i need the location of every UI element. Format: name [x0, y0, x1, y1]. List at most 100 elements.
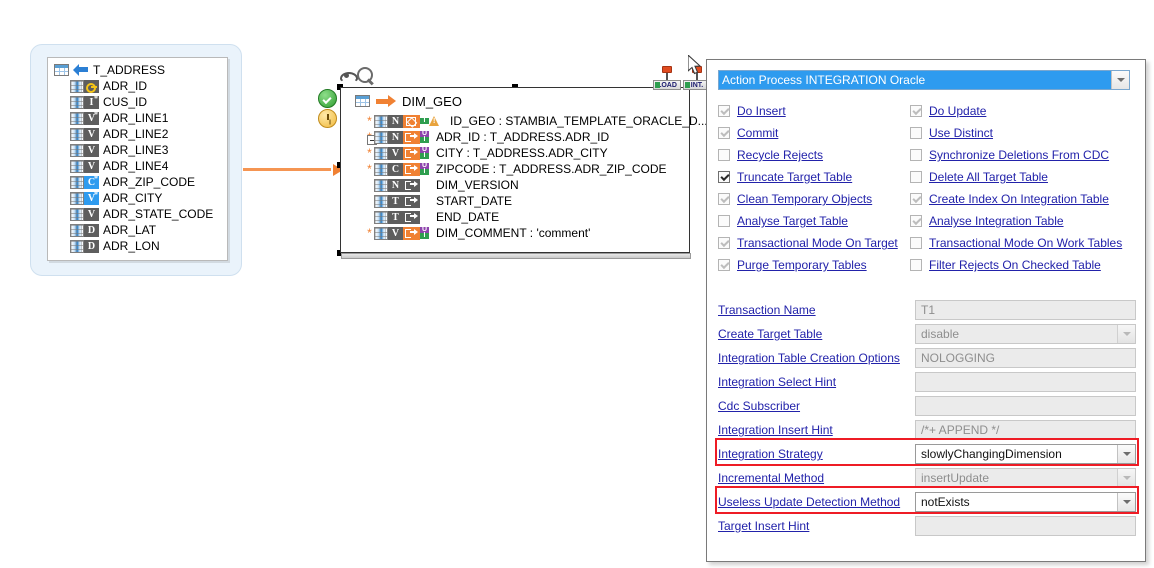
source-column-row[interactable]: DADR_LAT [48, 222, 227, 238]
field-control-text: T1 [915, 300, 1136, 320]
chevron-down-icon[interactable] [1111, 71, 1129, 89]
source-column-row[interactable]: V*ADR_CITY [48, 190, 227, 206]
field-label[interactable]: Integration Insert Hint [718, 423, 915, 437]
source-column-name: ADR_LON [103, 239, 160, 253]
field-control-text [915, 372, 1136, 392]
source-column-row[interactable]: VADR_STATE_CODE [48, 206, 227, 222]
checkbox-label[interactable]: Do Insert [737, 104, 786, 118]
field-control-select[interactable]: slowlyChangingDimension [915, 444, 1136, 464]
field-label[interactable]: Useless Update Detection Method [718, 495, 915, 509]
chevron-down-icon[interactable] [1117, 445, 1135, 463]
mapping-icon [403, 115, 420, 128]
checkbox-box-icon [910, 105, 922, 117]
checkbox-label[interactable]: Transactional Mode On Target [737, 236, 898, 250]
primary-key-icon [84, 80, 99, 93]
checkbox-do-insert: Do Insert [718, 100, 908, 122]
source-table-box[interactable]: T_ADDRESS ADR_IDI*CUS_IDV*ADR_LINE1VADR_… [47, 57, 228, 261]
source-column-row[interactable]: V* ADR_LINE1 [48, 110, 227, 126]
source-table-header[interactable]: T_ADDRESS [48, 58, 227, 78]
checkbox-column-left: Do Insert Commit Recycle Rejects Truncate T… [718, 100, 908, 276]
field-label[interactable]: Transaction Name [718, 303, 915, 317]
checkbox-use-distinct: Use Distinct [910, 122, 1136, 144]
load-km-badge-icon[interactable]: LOAD [653, 66, 681, 90]
field-row-incremental-method: Incremental MethodinsertUpdate [718, 466, 1136, 490]
mapping-badges: UI [420, 163, 429, 176]
target-column-row[interactable]: *NIID_GEO : STAMBIA_TEMPLATE_ORACLE_D... [365, 113, 689, 129]
checkbox-label[interactable]: Do Update [929, 104, 986, 118]
column-icon [374, 211, 388, 224]
target-column-row[interactable]: TSTART_DATE [365, 193, 689, 209]
checkbox-label[interactable]: Delete All Target Table [929, 170, 1048, 184]
field-label[interactable]: Integration Strategy [718, 447, 915, 461]
checkbox-box-icon [910, 215, 922, 227]
target-column-row[interactable]: *CUIZIPCODE : T_ADDRESS.ADR_ZIP_CODE [365, 161, 689, 177]
checkbox-analyse-integration-table: Analyse Integration Table [910, 210, 1136, 232]
column-icon [374, 163, 388, 176]
source-column-row[interactable]: C*ADR_ZIP_CODE [48, 174, 227, 190]
checkbox-truncate-target-table[interactable]: Truncate Target Table [718, 166, 908, 188]
target-column-row[interactable]: *VUIDIM_COMMENT : 'comment' [365, 225, 689, 241]
action-process-combobox[interactable]: Action Process INTEGRATION Oracle [718, 70, 1130, 90]
column-type-icon: C [388, 163, 403, 176]
field-label[interactable]: Integration Select Hint [718, 375, 915, 389]
column-type-icon: V* [84, 112, 99, 125]
source-column-row[interactable]: VADR_LINE4 [48, 158, 227, 174]
field-control-text: NOLOGGING [915, 348, 1136, 368]
column-icon [70, 224, 84, 237]
target-table-box[interactable]: DIM_GEO *NIID_GEO : STAMBIA_TEMPLATE_ORA… [340, 87, 690, 253]
column-icon [70, 80, 84, 93]
source-column-row[interactable]: VADR_LINE2 [48, 126, 227, 142]
source-column-row[interactable]: D ADR_LON [48, 238, 227, 254]
checkbox-create-index-on-integration-table: Create Index On Integration Table [910, 188, 1136, 210]
checkbox-box-icon [910, 127, 922, 139]
target-column-row[interactable]: NDIM_VERSION [365, 177, 689, 193]
checkbox-label[interactable]: Synchronize Deletions From CDC [929, 148, 1109, 162]
field-label[interactable]: Cdc Subscriber [718, 399, 915, 413]
target-column-label: CITY : T_ADDRESS.ADR_CITY [436, 146, 608, 160]
mapping-icon [403, 163, 420, 176]
checkbox-label[interactable]: Commit [737, 126, 778, 140]
checkbox-label[interactable]: Use Distinct [929, 126, 993, 140]
target-column-row[interactable]: TEND_DATE [365, 209, 689, 225]
field-value: NOLOGGING [921, 351, 1135, 365]
target-column-row[interactable]: *NUIADR_ID : T_ADDRESS.ADR_ID [365, 129, 689, 145]
chevron-down-icon[interactable] [1117, 493, 1135, 511]
source-column-row[interactable]: VADR_LINE3 [48, 142, 227, 158]
action-process-value[interactable]: Action Process INTEGRATION Oracle [719, 71, 1111, 89]
magnifier-icon[interactable] [356, 66, 376, 86]
checkbox-label[interactable]: Clean Temporary Objects [737, 192, 872, 206]
eye-icon[interactable] [338, 68, 356, 80]
checkbox-label[interactable]: Analyse Integration Table [929, 214, 1064, 228]
column-type-icon: N [388, 179, 403, 192]
checkbox-label[interactable]: Purge Temporary Tables [737, 258, 867, 272]
column-icon [374, 179, 388, 192]
checkbox-box-icon [718, 193, 730, 205]
checkbox-box-icon [910, 171, 922, 183]
source-column-row[interactable]: I*CUS_ID [48, 94, 227, 110]
checkbox-label[interactable]: Create Index On Integration Table [929, 192, 1109, 206]
checkbox-label[interactable]: Truncate Target Table [737, 170, 852, 184]
field-row-integration-strategy: Integration StrategyslowlyChangingDimens… [718, 442, 1136, 466]
target-table-header[interactable]: DIM_GEO [341, 88, 689, 110]
source-column-row[interactable]: ADR_ID [48, 78, 227, 94]
checkbox-label[interactable]: Recycle Rejects [737, 148, 823, 162]
checkbox-label[interactable]: Filter Rejects On Checked Table [929, 258, 1101, 272]
field-label[interactable]: Target Insert Hint [718, 519, 915, 533]
field-row-create-target-table: Create Target Tabledisable [718, 322, 1136, 346]
field-label[interactable]: Integration Table Creation Options [718, 351, 915, 365]
column-type-icon: D [84, 240, 99, 253]
field-label[interactable]: Incremental Method [718, 471, 915, 485]
checkbox-commit: Commit [718, 122, 908, 144]
checkbox-label[interactable]: Analyse Target Table [737, 214, 848, 228]
field-row-integration-select-hint: Integration Select Hint [718, 370, 1136, 394]
properties-panel: Action Process INTEGRATION Oracle Do Ins… [706, 59, 1146, 562]
checkbox-box-icon[interactable] [718, 171, 730, 183]
checkbox-box-icon [718, 149, 730, 161]
target-column-label: END_DATE [436, 210, 499, 224]
field-control-select[interactable]: notExists [915, 492, 1136, 512]
column-icon [70, 192, 84, 205]
field-label[interactable]: Create Target Table [718, 327, 915, 341]
target-column-row[interactable]: *VUICITY : T_ADDRESS.ADR_CITY [365, 145, 689, 161]
source-column-name: ADR_LINE1 [103, 111, 168, 125]
checkbox-label[interactable]: Transactional Mode On Work Tables [929, 236, 1122, 250]
